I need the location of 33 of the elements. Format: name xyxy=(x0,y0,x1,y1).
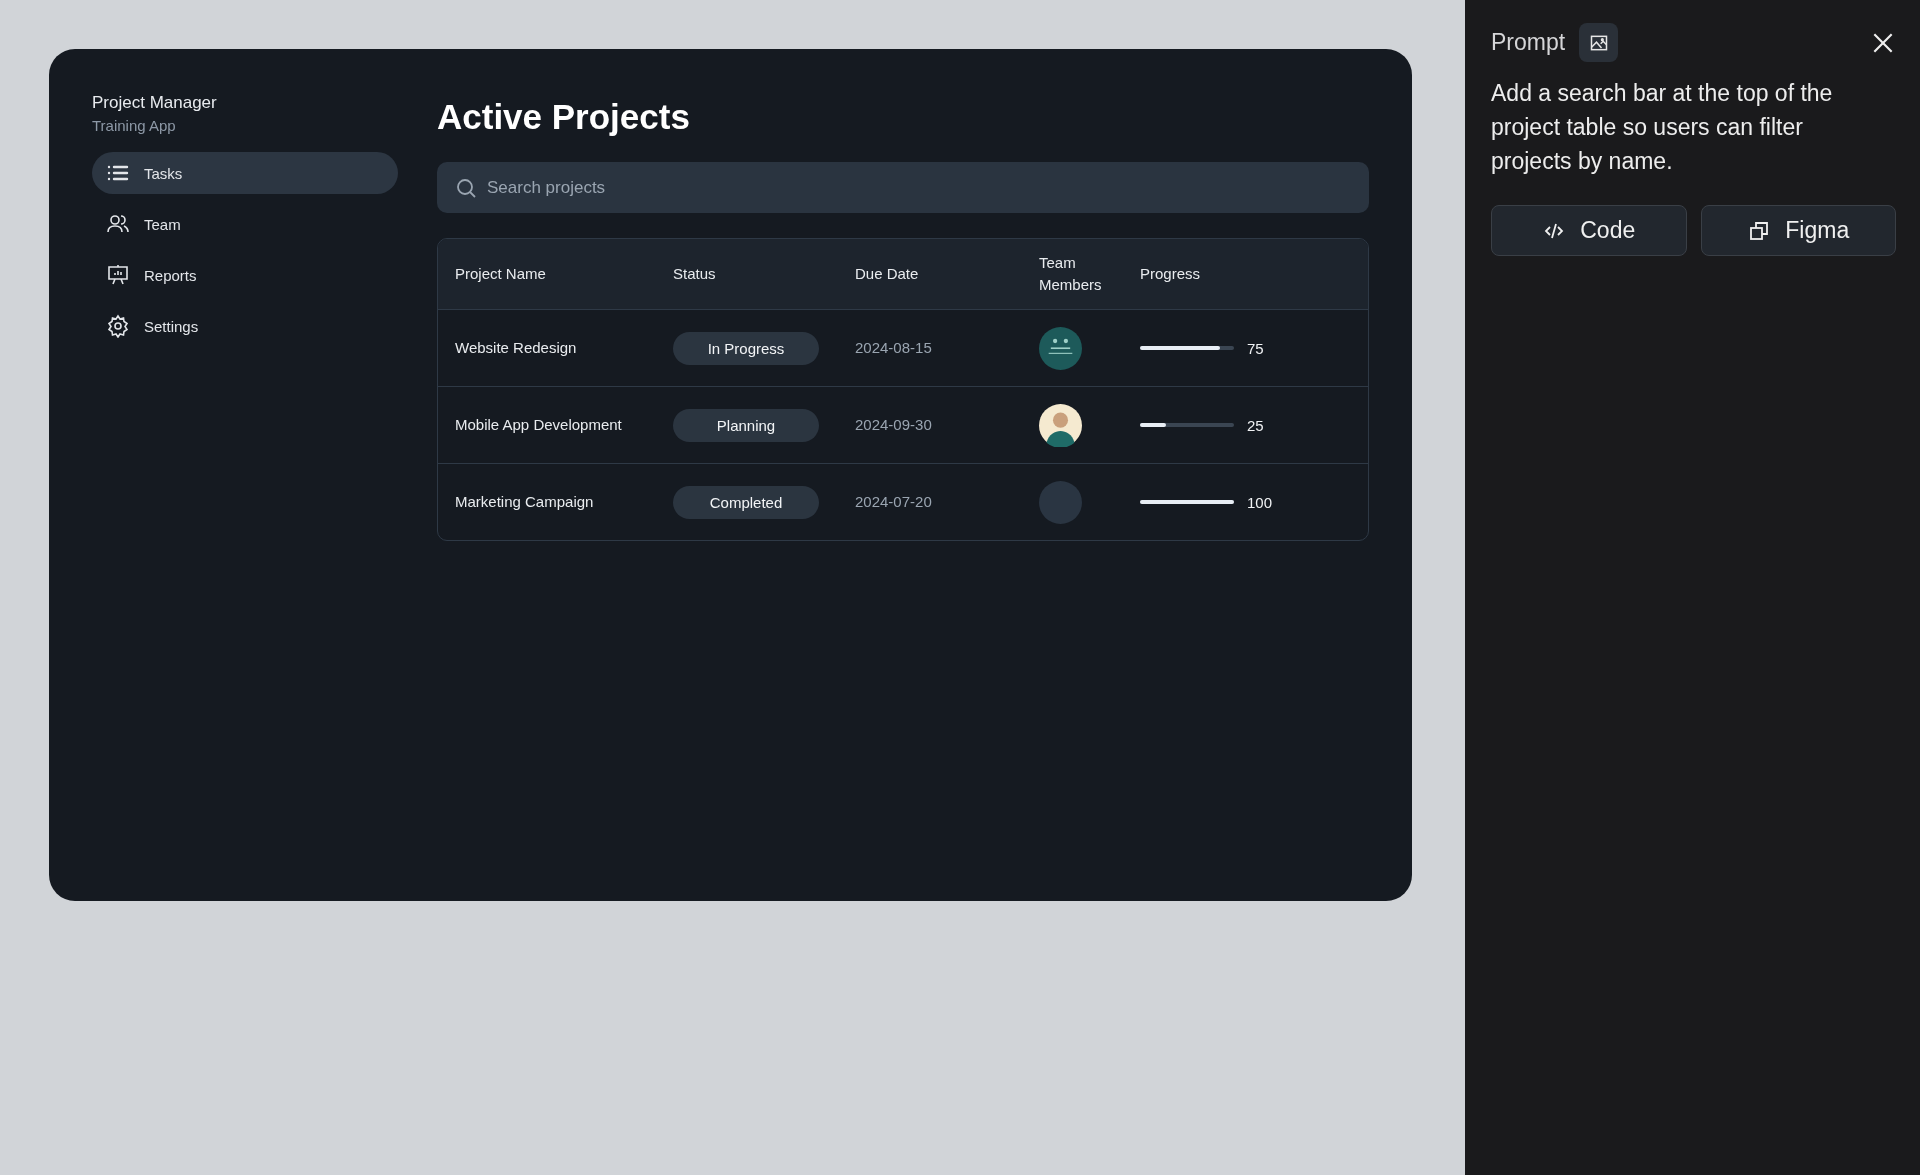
status-badge: Planning xyxy=(673,408,819,442)
app-title: Project Manager xyxy=(92,93,218,113)
column-header: Progress xyxy=(1140,264,1202,285)
page-title: Active Projects xyxy=(437,96,691,138)
image-button[interactable] xyxy=(1579,23,1619,62)
prompt-text: Add a search bar at the top of the project table so users can filter projects by name. xyxy=(1491,79,1834,176)
sidebar-item[interactable]: Settings xyxy=(92,305,398,347)
settings-icon xyxy=(106,314,130,338)
progress-value: 25 xyxy=(1247,416,1264,434)
search-icon xyxy=(454,176,478,200)
sidebar-item[interactable]: Team xyxy=(92,203,398,245)
due-date: 2024-09-30 xyxy=(855,416,932,433)
due-date: 2024-08-15 xyxy=(855,339,932,356)
panel-title: Prompt xyxy=(1491,29,1566,56)
project-name: Website Redesign xyxy=(455,339,577,356)
search-field[interactable]: Search projects xyxy=(437,162,1369,213)
sidebar-item[interactable]: Tasks xyxy=(92,152,398,194)
project-name: Marketing Campaign xyxy=(455,493,594,510)
export-button[interactable]: Code xyxy=(1491,205,1687,256)
progress-value: 100 xyxy=(1247,493,1273,511)
status-badge: Completed xyxy=(673,485,819,519)
presentation-chart-icon xyxy=(106,263,130,287)
column-header: Status xyxy=(673,264,717,285)
due-date: 2024-07-20 xyxy=(855,493,932,510)
status-badge: In Progress xyxy=(673,331,819,365)
project-name: Mobile App Development xyxy=(455,416,622,433)
app-subtitle: Training App xyxy=(92,117,177,134)
column-header: Due Date xyxy=(855,264,920,285)
progress-value: 75 xyxy=(1247,339,1264,357)
export-button[interactable]: Figma xyxy=(1700,205,1896,256)
column-header: Team Members xyxy=(1039,253,1103,295)
sidebar-item[interactable]: Reports xyxy=(92,254,398,296)
column-header: Project Name xyxy=(455,264,547,285)
